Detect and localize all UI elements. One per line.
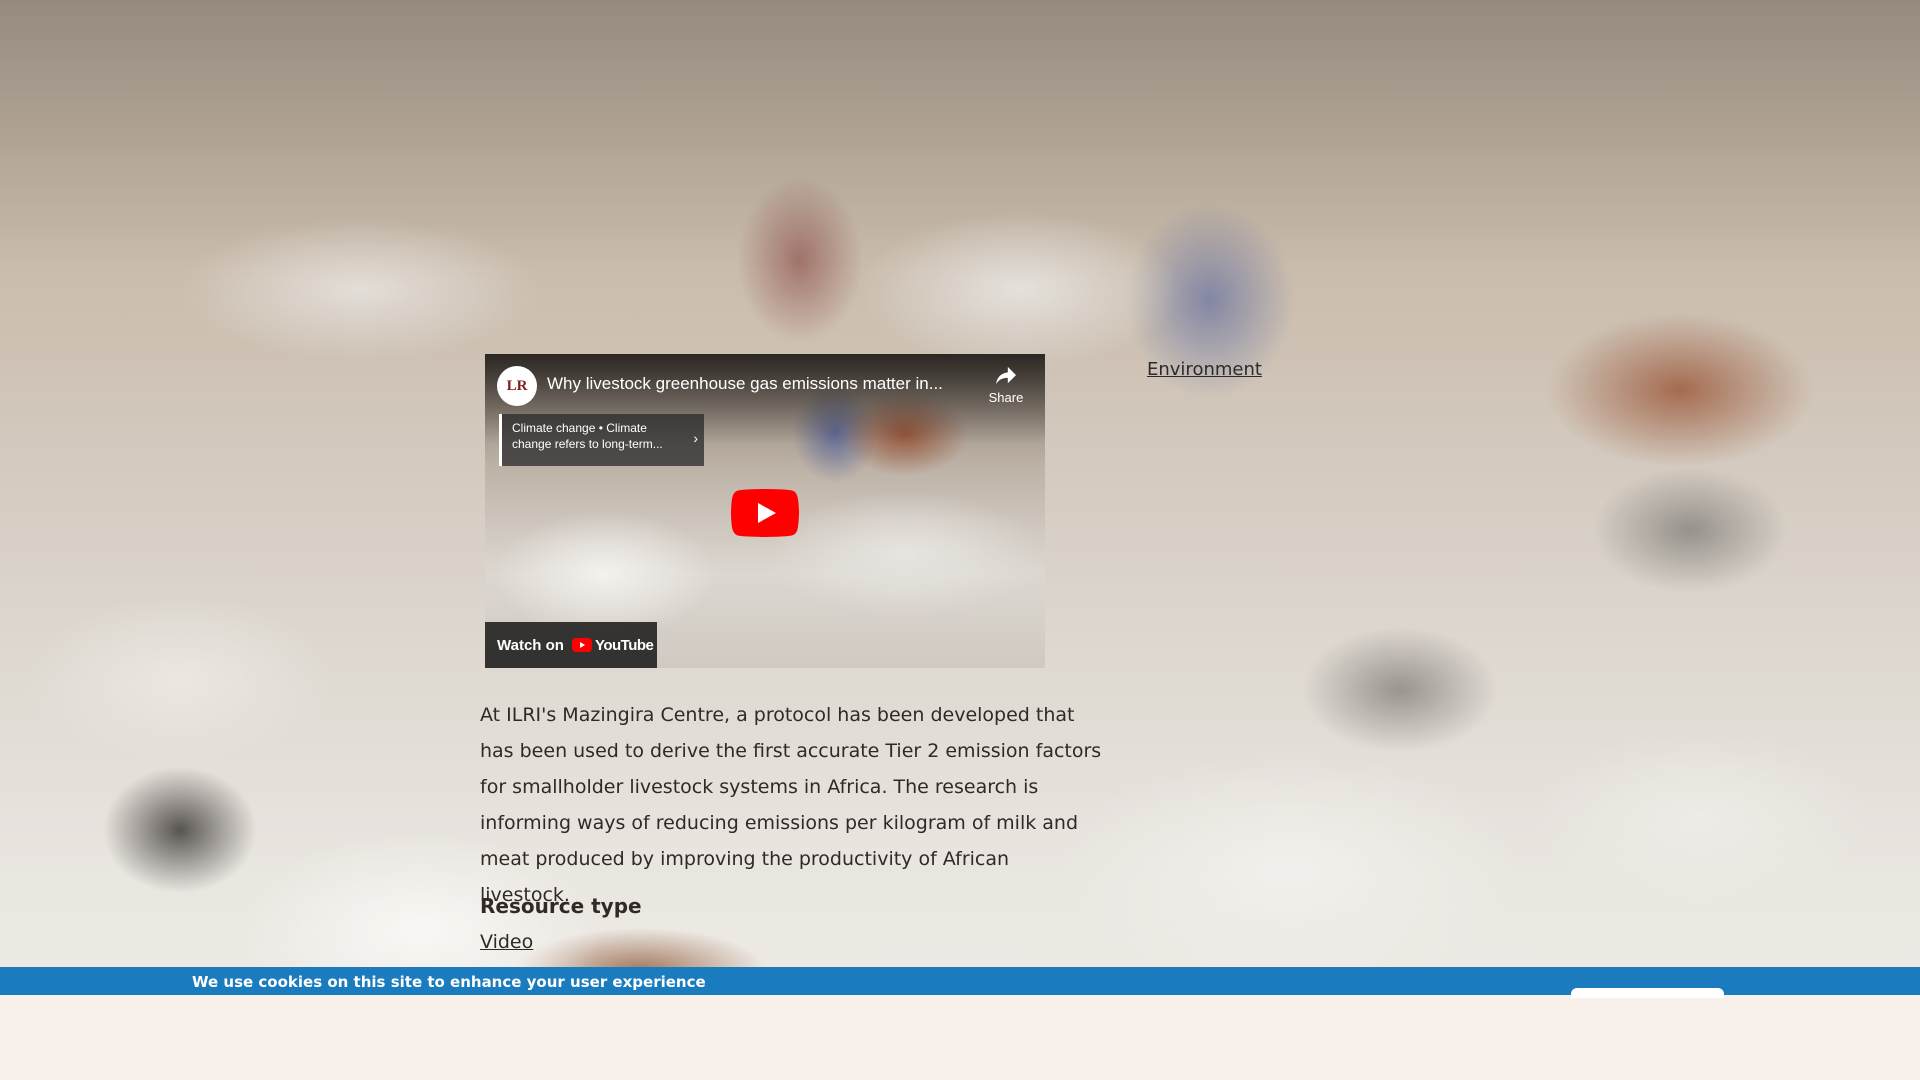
info-card[interactable]: Climate change • Climate change refers t… <box>499 414 704 466</box>
info-card-text: Climate change • Climate change refers t… <box>512 421 663 451</box>
share-icon <box>996 366 1016 385</box>
watch-on-youtube-button[interactable]: Watch on YouTube <box>485 622 657 668</box>
youtube-logo: YouTube <box>571 636 654 654</box>
play-button[interactable] <box>731 489 799 537</box>
cookie-panel <box>0 995 1920 1080</box>
environment-link[interactable]: Environment <box>1147 359 1262 380</box>
share-button[interactable]: Share <box>981 366 1031 405</box>
resource-type-heading: Resource type <box>480 894 642 918</box>
share-label: Share <box>988 390 1024 405</box>
resource-description: At ILRI's Mazingira Centre, a protocol h… <box>480 704 1102 906</box>
cookie-accept-button[interactable] <box>1571 988 1724 998</box>
chevron-right-icon: › <box>693 430 698 446</box>
youtube-play-icon <box>571 638 592 652</box>
video-title[interactable]: Why livestock greenhouse gas emissions m… <box>547 374 967 394</box>
cookie-message: We use cookies on this site to enhance y… <box>192 973 706 991</box>
youtube-wordmark: YouTube <box>594 636 654 654</box>
channel-logo[interactable]: LR <box>497 366 537 406</box>
youtube-embed[interactable]: LR Why livestock greenhouse gas emission… <box>485 354 1045 668</box>
watch-on-label: Watch on <box>497 636 564 654</box>
resource-type-link[interactable]: Video <box>480 931 533 953</box>
